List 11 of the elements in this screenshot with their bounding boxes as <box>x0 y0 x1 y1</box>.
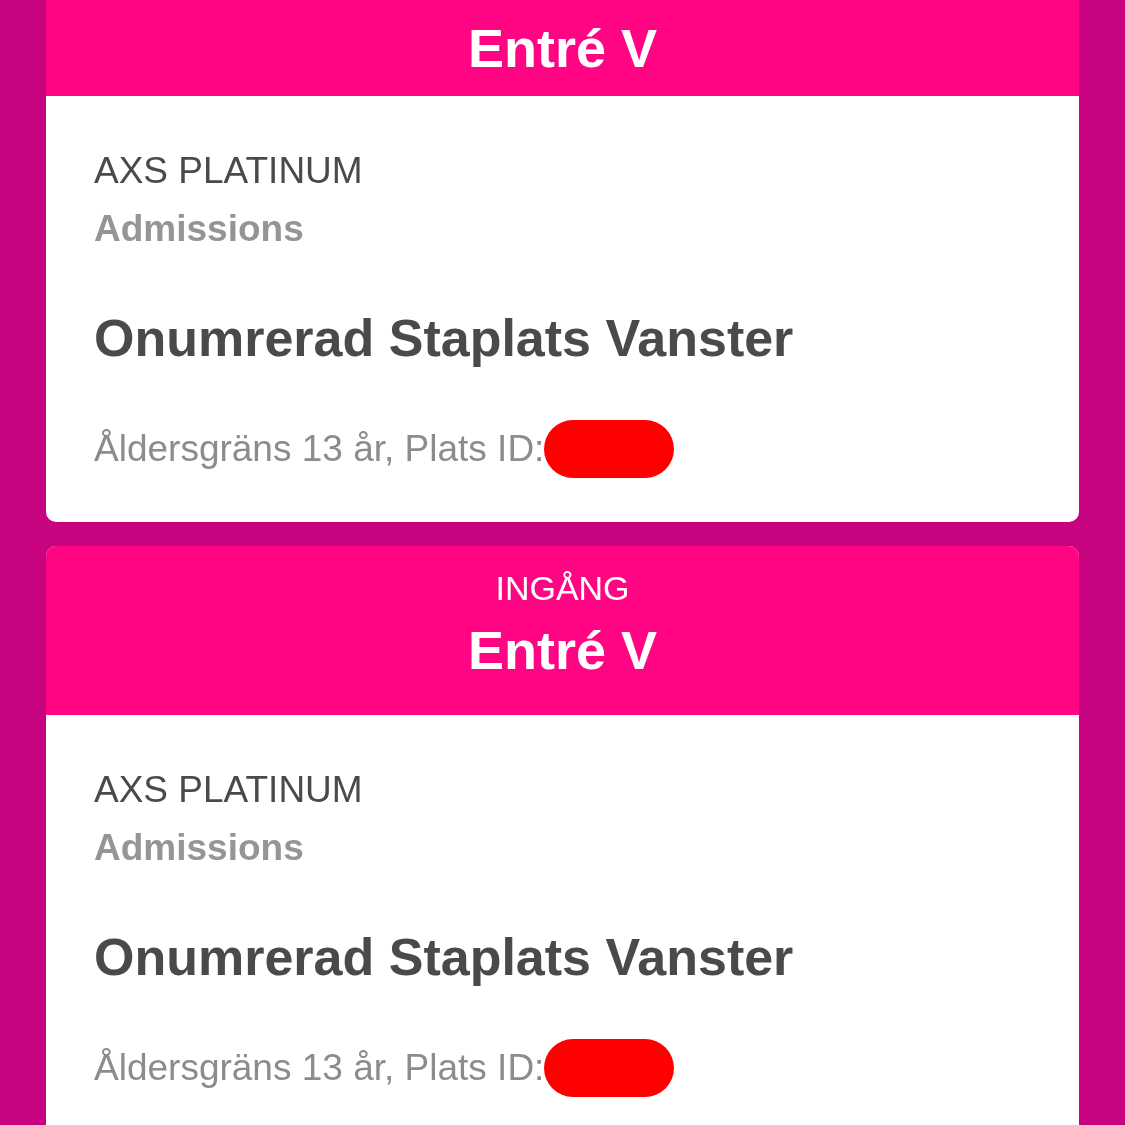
ticket-category: Admissions <box>94 207 305 251</box>
entrance-label: INGÅNG <box>494 568 631 608</box>
entrance-name: Entré V <box>466 619 659 682</box>
ticket-category: Admissions <box>94 826 305 870</box>
ticket-details: Åldersgräns 13 år, Plats ID: <box>94 427 545 471</box>
ticket-details: Åldersgräns 13 år, Plats ID: <box>94 1046 545 1090</box>
section-name: Onumrerad Staplats Vanster <box>94 308 795 369</box>
entrance-name: Entré V <box>466 17 659 80</box>
membership-label: AXS PLATINUM <box>94 149 364 193</box>
membership-label: AXS PLATINUM <box>94 768 364 812</box>
section-name: Onumrerad Staplats Vanster <box>94 927 795 988</box>
